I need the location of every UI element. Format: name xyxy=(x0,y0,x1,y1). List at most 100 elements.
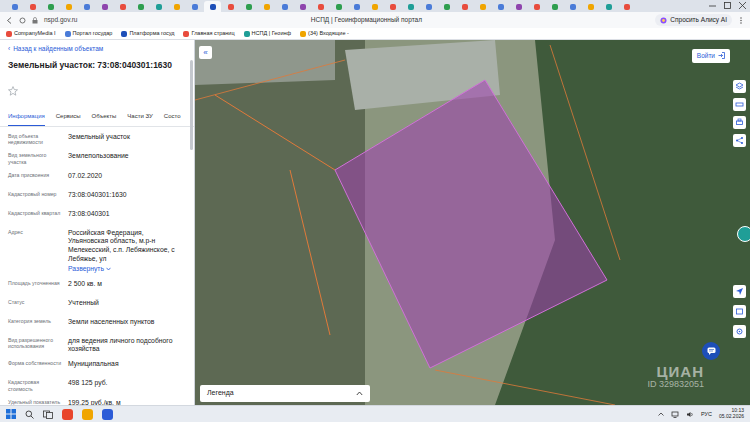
browser-tab[interactable] xyxy=(474,1,491,12)
browser-tab[interactable] xyxy=(420,1,437,12)
scrollbar[interactable] xyxy=(190,60,193,150)
browser-tab[interactable] xyxy=(618,1,635,12)
expand-link[interactable]: Развернуть xyxy=(68,265,111,274)
bookmark[interactable]: Портал государ xyxy=(65,29,113,37)
taskview-icon[interactable] xyxy=(43,410,53,419)
browser-tab[interactable] xyxy=(204,1,221,12)
browser-tab[interactable] xyxy=(78,1,95,12)
browser-tab[interactable] xyxy=(132,1,149,12)
browser-tab[interactable] xyxy=(168,1,185,12)
maximize-icon[interactable] xyxy=(724,2,731,9)
field-value: 199,25 руб./кв. м xyxy=(68,399,184,405)
browser-tab[interactable] xyxy=(330,1,347,12)
browser-tab[interactable] xyxy=(546,1,563,12)
minimize-icon[interactable] xyxy=(709,2,716,9)
browser-tab[interactable] xyxy=(312,1,329,12)
yandex-browser-icon[interactable] xyxy=(62,409,73,420)
browser-icon[interactable] xyxy=(82,409,93,420)
language-indicator[interactable]: РУС xyxy=(701,410,712,418)
legend-bar[interactable]: Легенда xyxy=(200,385,370,402)
locate-button[interactable] xyxy=(733,285,746,298)
browser-tab[interactable] xyxy=(384,1,401,12)
settings-icon xyxy=(735,327,744,336)
parcel-polygon[interactable] xyxy=(335,80,607,368)
help-icon[interactable] xyxy=(737,226,750,242)
browser-tab[interactable] xyxy=(6,1,23,12)
browser-tab[interactable] xyxy=(276,1,293,12)
collapse-button[interactable]: « xyxy=(199,46,212,59)
field-label: Категория земель xyxy=(8,318,62,331)
browser-tab[interactable] xyxy=(60,1,77,12)
info-tab[interactable]: Информация xyxy=(8,112,45,126)
alisa-button[interactable]: Спросить Алису AI xyxy=(655,14,732,26)
field-row: Вид разрешенного использованиядля ведени… xyxy=(8,334,184,358)
satellite-image xyxy=(195,40,750,405)
browser-tab[interactable] xyxy=(438,1,455,12)
browser-tab[interactable] xyxy=(348,1,365,12)
bookmark[interactable]: (34) Входящие - xyxy=(300,29,349,37)
volume-icon[interactable] xyxy=(686,411,694,418)
login-button[interactable]: Войти xyxy=(692,49,730,63)
layers-button[interactable] xyxy=(733,80,746,93)
ruler-button[interactable] xyxy=(733,98,746,111)
browser-tab[interactable] xyxy=(600,1,617,12)
network-icon[interactable] xyxy=(671,411,679,418)
bookmark[interactable]: НСПД | Геоинф xyxy=(244,29,291,37)
browser-tab[interactable] xyxy=(258,1,275,12)
browser-tab[interactable] xyxy=(24,1,41,12)
field-value: Земли населенных пунктов xyxy=(68,318,184,331)
field-row: Кадастровый номер73:08:040301:1630 xyxy=(8,188,184,207)
info-tab[interactable]: Сервисы xyxy=(56,112,81,126)
field-label: Вид земельного участка xyxy=(8,152,62,166)
search-icon[interactable] xyxy=(25,410,34,419)
chat-button[interactable] xyxy=(702,342,720,360)
browser-tab[interactable] xyxy=(222,1,239,12)
menu-icon[interactable] xyxy=(738,17,744,24)
browser-tab[interactable] xyxy=(42,1,59,12)
bookmark-icon xyxy=(244,31,250,37)
print-map-button[interactable] xyxy=(733,305,746,318)
back-icon[interactable] xyxy=(6,17,13,24)
info-tab[interactable]: Объекты xyxy=(92,112,117,126)
field-value: Земельный участок xyxy=(68,133,184,147)
browser-tab[interactable] xyxy=(510,1,527,12)
favorite-star-icon[interactable] xyxy=(8,86,18,96)
favicon-icon xyxy=(444,4,450,10)
tray-chevron-icon[interactable] xyxy=(658,412,664,416)
bookmark[interactable]: Главная страниц xyxy=(183,29,234,37)
browser-tab[interactable] xyxy=(402,1,419,12)
browser-tab[interactable] xyxy=(492,1,509,12)
browser-tab[interactable] xyxy=(564,1,581,12)
browser-tab[interactable] xyxy=(528,1,545,12)
info-tab[interactable]: Части ЗУ xyxy=(127,112,152,126)
word-icon[interactable] xyxy=(102,409,113,420)
share-button[interactable] xyxy=(733,134,746,147)
info-tab[interactable]: Состо xyxy=(164,112,181,126)
field-label: Вид разрешенного использования xyxy=(8,337,62,355)
clock[interactable]: 10:1305.02.2026 xyxy=(719,408,744,420)
browser-tab[interactable] xyxy=(186,1,203,12)
print-icon xyxy=(735,118,744,127)
close-icon[interactable] xyxy=(739,2,746,9)
windows-start-icon[interactable] xyxy=(6,409,16,419)
bookmark[interactable]: Платформа госуд xyxy=(121,29,174,37)
settings-button[interactable] xyxy=(733,325,746,338)
address-field[interactable]: nspd.gov.ru xyxy=(44,15,77,25)
browser-tab[interactable] xyxy=(456,1,473,12)
browser-tab[interactable] xyxy=(294,1,311,12)
browser-tab[interactable] xyxy=(96,1,113,12)
favicon-icon xyxy=(192,4,198,10)
field-label: Адрес xyxy=(8,229,62,274)
browser-tab[interactable] xyxy=(114,1,131,12)
field-row: Удельный показатель кадастровой стоимост… xyxy=(8,396,184,405)
bookmark-icon xyxy=(6,31,12,37)
print-button[interactable] xyxy=(733,116,746,129)
field-label: Кадастровая стоимость xyxy=(8,379,62,393)
browser-tab[interactable] xyxy=(240,1,257,12)
browser-tab[interactable] xyxy=(366,1,383,12)
back-link[interactable]: ‹Назад к найденным объектам xyxy=(0,40,194,56)
reload-icon[interactable] xyxy=(19,17,26,24)
browser-tab[interactable] xyxy=(582,1,599,12)
bookmark[interactable]: CompanyMedia I xyxy=(6,29,56,37)
browser-tab[interactable] xyxy=(150,1,167,12)
